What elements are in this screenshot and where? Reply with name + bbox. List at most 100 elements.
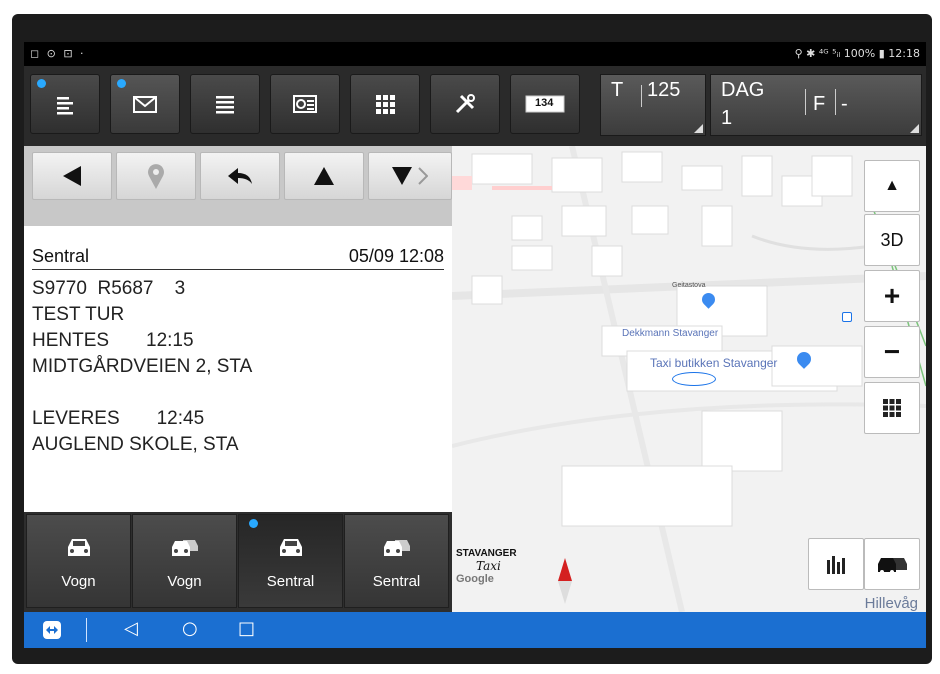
- tab-label: Sentral: [372, 573, 421, 590]
- message-line: AUGLEND SKOLE, STA: [32, 434, 239, 455]
- status-right-text: ⚲ ✱ ⁴ᴳ ⁵ᵢₗ 100% ▮ 12:18: [794, 47, 920, 60]
- field-corner: [910, 124, 919, 133]
- tab-vogn-single[interactable]: Vogn: [26, 514, 131, 608]
- grid-button[interactable]: [350, 74, 420, 134]
- message-nav-bar: [24, 146, 452, 226]
- prev-button[interactable]: [32, 152, 112, 200]
- arrow-up-icon: [314, 167, 334, 185]
- scroll-up-button[interactable]: [284, 152, 364, 200]
- list-icon: [57, 97, 73, 115]
- field-dag-label: DAG: [721, 79, 765, 101]
- android-nav-bar: ◁ ○ □: [24, 612, 926, 648]
- message-line: MIDTGÅRDVEIEN 2, STA: [32, 356, 253, 377]
- car-icon: [68, 539, 90, 556]
- field-t-divider: [641, 85, 642, 107]
- taximeter-button[interactable]: 134: [510, 74, 580, 134]
- arrow-left-icon: [63, 166, 81, 186]
- main-area: Geitastova Dekkmann Stavanger Taxi butik…: [24, 146, 926, 612]
- bar-chart-icon: [827, 556, 845, 574]
- vehicles-button[interactable]: [864, 538, 920, 590]
- nav-divider: [86, 618, 87, 642]
- message-line: TEST TUR: [32, 304, 125, 325]
- compass-needle-icon: [558, 558, 572, 604]
- field-t-value: 125: [647, 79, 681, 101]
- minus-icon: −: [883, 336, 901, 367]
- message-timestamp: 05/09 12:08: [348, 246, 444, 266]
- location-button[interactable]: [116, 152, 196, 200]
- location-pin-icon: [148, 164, 164, 189]
- compass-button[interactable]: ▲: [864, 160, 920, 212]
- notification-dot: [117, 79, 126, 88]
- field-t-label: T: [611, 79, 624, 101]
- zoom-out-button[interactable]: −: [864, 326, 920, 378]
- field-f-label: F: [813, 93, 826, 115]
- list-button[interactable]: [30, 74, 100, 134]
- tools-icon: [455, 94, 475, 114]
- tab-sentral-single[interactable]: Sentral: [238, 514, 343, 608]
- message-line: S9770 R5687 3: [32, 278, 186, 299]
- top-toolbar: 134 T 125 DAG 1 F -: [24, 66, 926, 146]
- field-corner: [694, 124, 703, 133]
- tab-label: Vogn: [61, 573, 96, 590]
- logo-line1: STAVANGER: [456, 548, 517, 559]
- back-icon[interactable]: ◁: [124, 618, 138, 639]
- cars-icon: [878, 558, 907, 574]
- menu-button[interactable]: [190, 74, 260, 134]
- field-dag[interactable]: DAG 1 F -: [710, 74, 922, 136]
- chevron-right-icon: [418, 167, 428, 185]
- grid-icon: [883, 399, 901, 417]
- map-view[interactable]: Geitastova Dekkmann Stavanger Taxi butik…: [452, 146, 926, 612]
- message-sender: Sentral: [32, 246, 90, 266]
- recents-icon[interactable]: □: [238, 618, 255, 639]
- field-t[interactable]: T 125: [600, 74, 706, 136]
- tab-label: Vogn: [167, 573, 202, 590]
- scroll-down-button[interactable]: [368, 152, 452, 200]
- bottom-tab-bar: Vogn Vogn Sentral Sentral: [24, 512, 452, 612]
- message-header: Sentral 05/09 12:08: [32, 244, 444, 270]
- field-f-value: -: [841, 93, 848, 115]
- north-arrow-icon: ▲: [884, 177, 900, 194]
- mail-icon: [133, 96, 157, 113]
- notification-dot: [37, 79, 46, 88]
- vehicle-marker-icon: [672, 372, 716, 386]
- taximeter-label: 134: [535, 97, 554, 109]
- camera-list-icon: [293, 95, 317, 113]
- tools-button[interactable]: [430, 74, 500, 134]
- field-dag-divider: [805, 89, 806, 115]
- status-left-icons: ◻ ⊙ ⊡ ·: [30, 47, 86, 60]
- operator-logo: STAVANGER Taxi Google: [456, 548, 536, 585]
- reply-button[interactable]: [200, 152, 280, 200]
- car-icon: [280, 539, 302, 556]
- stats-button[interactable]: [808, 538, 864, 590]
- logo-line2: Taxi: [476, 559, 501, 573]
- cars-icon: [384, 540, 410, 556]
- field-dag-value: 1: [721, 107, 733, 129]
- message-panel: Sentral 05/09 12:08 S9770 R5687 3 TEST T…: [24, 226, 452, 516]
- status-bar: ◻ ⊙ ⊡ · ⚲ ✱ ⁴ᴳ ⁵ᵢₗ 100% ▮ 12:18: [24, 42, 926, 66]
- tab-sentral-multi[interactable]: Sentral: [344, 514, 449, 608]
- menu-icon: [216, 96, 234, 114]
- bus-stop-icon: [842, 312, 852, 322]
- cars-icon: [172, 540, 198, 556]
- notification-dot: [249, 519, 258, 528]
- 3d-label: 3D: [880, 229, 904, 250]
- tab-vogn-multi[interactable]: Vogn: [132, 514, 237, 608]
- arrow-down-icon: [392, 167, 412, 185]
- tab-label: Sentral: [266, 573, 315, 590]
- map-label-poi2: Taxi butikken Stavanger: [650, 356, 778, 370]
- message-line: HENTES 12:15: [32, 330, 194, 351]
- map-label-area: Hillevåg: [864, 595, 918, 612]
- teamviewer-icon[interactable]: [42, 620, 62, 640]
- map-grid-button[interactable]: [864, 382, 920, 434]
- home-icon[interactable]: ○: [182, 618, 198, 639]
- field-f-divider: [835, 89, 836, 115]
- grid-icon: [376, 95, 395, 114]
- 3d-button[interactable]: 3D: [864, 214, 920, 266]
- mail-button[interactable]: [110, 74, 180, 134]
- plus-icon: +: [883, 280, 901, 311]
- map-label-street: Geitastova: [672, 282, 706, 289]
- zoom-in-button[interactable]: +: [864, 270, 920, 322]
- google-logo: Google: [456, 573, 494, 585]
- map-label-poi1: Dekkmann Stavanger: [622, 328, 719, 339]
- camera-list-button[interactable]: [270, 74, 340, 134]
